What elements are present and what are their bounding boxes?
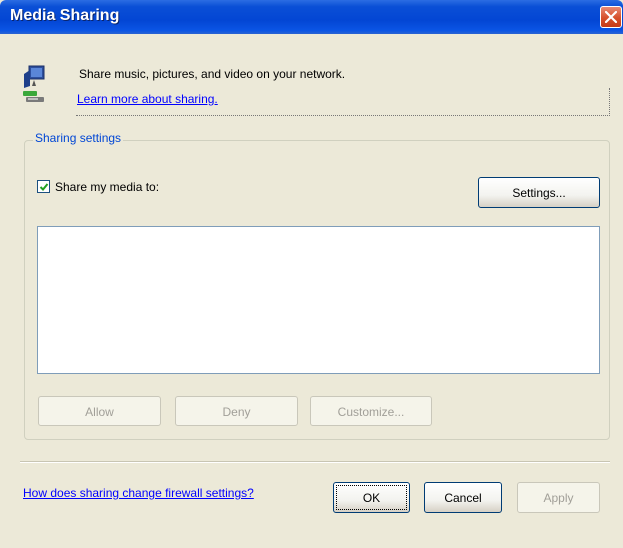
footer-separator (20, 461, 610, 463)
media-sharing-dialog: Media Sharing Share music, pictures, and… (0, 0, 623, 548)
cancel-button[interactable]: Cancel (424, 482, 502, 513)
close-icon (605, 11, 617, 23)
sharing-settings-title: Sharing settings (33, 131, 124, 145)
allow-button[interactable]: Allow (38, 396, 161, 426)
customize-button[interactable]: Customize... (310, 396, 432, 426)
share-media-checkbox[interactable] (37, 180, 50, 193)
link-focus-outline-right (609, 88, 610, 116)
apply-button[interactable]: Apply (517, 482, 600, 513)
checkmark-icon (39, 183, 49, 191)
learn-more-link[interactable]: Learn more about sharing. (77, 92, 218, 106)
device-list[interactable] (37, 226, 600, 374)
title-bar[interactable]: Media Sharing (0, 0, 623, 34)
window-title: Media Sharing (10, 7, 120, 24)
header-description: Share music, pictures, and video on your… (79, 67, 346, 81)
settings-button[interactable]: Settings... (478, 177, 600, 208)
deny-button[interactable]: Deny (175, 396, 298, 426)
firewall-settings-link[interactable]: How does sharing change firewall setting… (23, 486, 254, 500)
network-media-icon (23, 65, 45, 102)
link-focus-outline (76, 115, 610, 116)
close-button[interactable] (600, 6, 622, 28)
share-media-label[interactable]: Share my media to: (55, 180, 159, 194)
ok-button[interactable]: OK (333, 482, 410, 513)
